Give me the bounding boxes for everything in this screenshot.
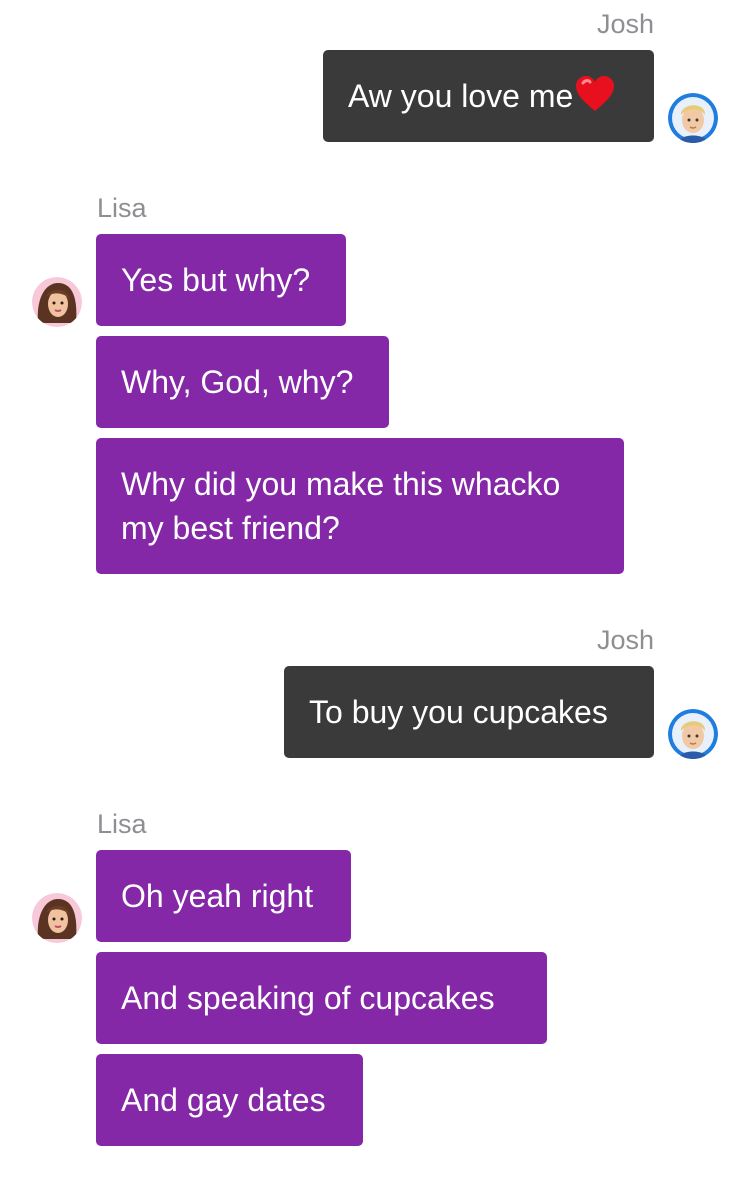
chat-screen: { "messages": [ {"sender": "Josh", "text… [0, 0, 750, 1188]
lisa-avatar-icon[interactable] [32, 893, 82, 943]
sender-name-josh: Josh [596, 9, 654, 39]
message-bubble-incoming[interactable]: And gay dates [96, 1054, 363, 1146]
message-bubble-incoming[interactable]: Why, God, why? [96, 336, 389, 428]
message-bubble-outgoing[interactable]: To buy you cupcakes [284, 666, 654, 758]
lisa-avatar-icon[interactable] [32, 277, 82, 327]
red-heart-icon [575, 75, 615, 124]
message-bubble-outgoing[interactable]: Aw you love me [323, 50, 654, 142]
josh-avatar-icon[interactable] [668, 93, 718, 143]
message-bubble-incoming[interactable]: Yes but why? [96, 234, 346, 326]
sender-name-lisa: Lisa [97, 193, 147, 223]
sender-name-lisa: Lisa [97, 809, 147, 839]
sender-name-josh: Josh [596, 625, 654, 655]
message-text: Aw you love me [348, 78, 574, 114]
message-bubble-incoming[interactable]: And speaking of cupcakes [96, 952, 547, 1044]
message-bubble-incoming[interactable]: Oh yeah right [96, 850, 351, 942]
message-bubble-incoming[interactable]: Why did you make this whacko my best fri… [96, 438, 624, 574]
josh-avatar-icon[interactable] [668, 709, 718, 759]
